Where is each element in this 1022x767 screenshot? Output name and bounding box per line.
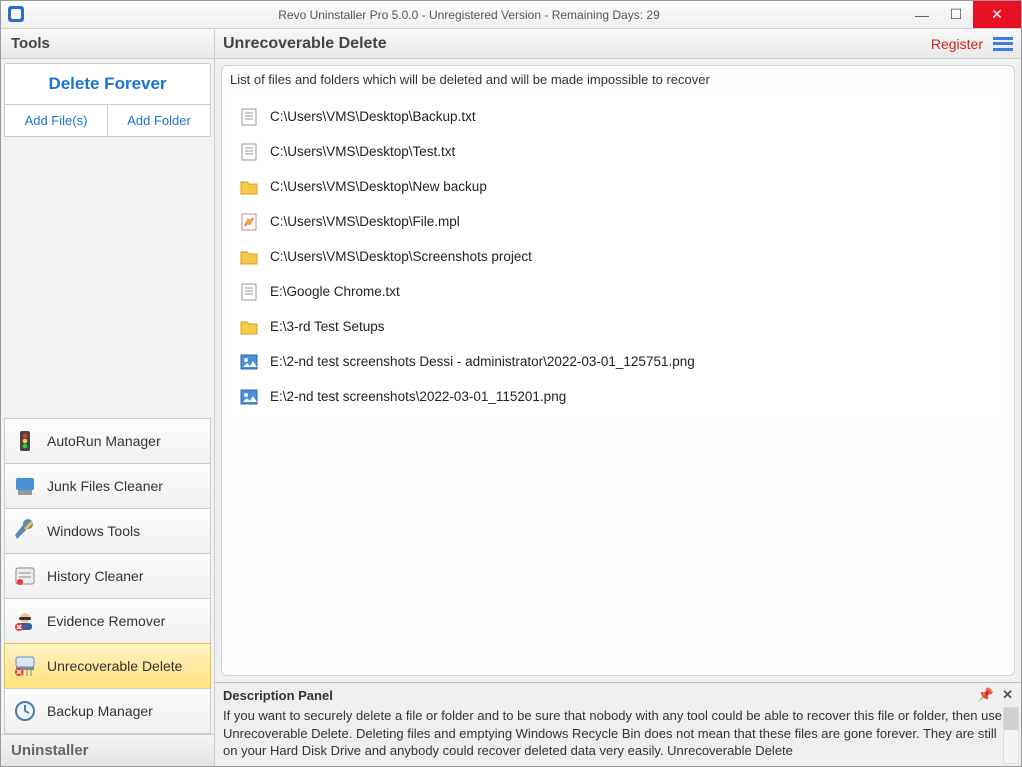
title-bar: Revo Uninstaller Pro 5.0.0 - Unregistere… (1, 1, 1021, 29)
file-row[interactable]: C:\Users\VMS\Desktop\Screenshots project (234, 239, 1002, 274)
file-list-area: List of files and folders which will be … (221, 65, 1015, 676)
register-link[interactable]: Register (931, 36, 983, 52)
page-title: Unrecoverable Delete (223, 35, 931, 53)
list-caption: List of files and folders which will be … (230, 72, 1006, 87)
delete-forever-button[interactable]: Delete Forever (4, 63, 211, 105)
file-row[interactable]: E:\Google Chrome.txt (234, 274, 1002, 309)
uninstaller-section[interactable]: Uninstaller (1, 734, 214, 766)
sidebar-tool-junk-files-cleaner[interactable]: Junk Files Cleaner (4, 463, 211, 509)
file-path: C:\Users\VMS\Desktop\Backup.txt (270, 109, 476, 124)
file-txt-icon (238, 281, 260, 303)
shred-icon (11, 652, 39, 680)
tool-label: History Cleaner (47, 568, 143, 584)
file-path: E:\3-rd Test Setups (270, 319, 385, 334)
clock-icon (11, 697, 39, 725)
file-path: C:\Users\VMS\Desktop\New backup (270, 179, 487, 194)
history-icon (11, 562, 39, 590)
file-path: E:\Google Chrome.txt (270, 284, 400, 299)
tool-label: Backup Manager (47, 703, 153, 719)
tool-label: Unrecoverable Delete (47, 658, 182, 674)
file-folder-icon (238, 316, 260, 338)
file-png-icon (238, 386, 260, 408)
file-path: C:\Users\VMS\Desktop\File.mpl (270, 214, 460, 229)
app-icon (7, 5, 27, 25)
tool-label: Evidence Remover (47, 613, 165, 629)
broom-icon (11, 472, 39, 500)
file-mpl-icon (238, 211, 260, 233)
add-folder-button[interactable]: Add Folder (107, 105, 211, 137)
pin-icon[interactable]: 📌 (978, 687, 994, 703)
file-row[interactable]: E:\2-nd test screenshots Dessi - adminis… (234, 344, 1002, 379)
sidebar-tool-history-cleaner[interactable]: History Cleaner (4, 553, 211, 599)
description-body: If you want to securely delete a file or… (223, 707, 1013, 760)
file-path: C:\Users\VMS\Desktop\Screenshots project (270, 249, 532, 264)
file-row[interactable]: E:\3-rd Test Setups (234, 309, 1002, 344)
sidebar-tool-autorun-manager[interactable]: AutoRun Manager (4, 418, 211, 464)
file-row[interactable]: E:\2-nd test screenshots\2022-03-01_1152… (234, 379, 1002, 414)
traffic-light-icon (11, 427, 39, 455)
sidebar-tool-windows-tools[interactable]: Windows Tools (4, 508, 211, 554)
add-files-button[interactable]: Add File(s) (4, 105, 107, 137)
file-row[interactable]: C:\Users\VMS\Desktop\File.mpl (234, 204, 1002, 239)
file-row[interactable]: C:\Users\VMS\Desktop\New backup (234, 169, 1002, 204)
maximize-button[interactable]: ☐ (939, 1, 973, 28)
file-png-icon (238, 351, 260, 373)
sidebar-tool-evidence-remover[interactable]: Evidence Remover (4, 598, 211, 644)
file-folder-icon (238, 176, 260, 198)
sidebar-header: Tools (1, 29, 214, 59)
window-title: Revo Uninstaller Pro 5.0.0 - Unregistere… (33, 8, 905, 22)
spy-icon (11, 607, 39, 635)
scrollbar[interactable] (1003, 707, 1019, 764)
add-files-label: Add File(s) (25, 113, 88, 128)
tool-label: AutoRun Manager (47, 433, 161, 449)
file-row[interactable]: C:\Users\VMS\Desktop\Test.txt (234, 134, 1002, 169)
delete-forever-label: Delete Forever (48, 74, 166, 94)
file-row[interactable]: C:\Users\VMS\Desktop\Backup.txt (234, 99, 1002, 134)
file-path: C:\Users\VMS\Desktop\Test.txt (270, 144, 455, 159)
file-path: E:\2-nd test screenshots Dessi - adminis… (270, 354, 695, 369)
content-area: Unrecoverable Delete Register List of fi… (215, 29, 1021, 766)
minimize-button[interactable]: — (905, 1, 939, 28)
sidebar-tool-unrecoverable-delete[interactable]: Unrecoverable Delete (4, 643, 211, 689)
tool-label: Windows Tools (47, 523, 140, 539)
file-path: E:\2-nd test screenshots\2022-03-01_1152… (270, 389, 566, 404)
content-header: Unrecoverable Delete Register (215, 29, 1021, 59)
close-button[interactable]: ✕ (973, 1, 1021, 28)
close-panel-icon[interactable]: ✕ (1002, 687, 1013, 703)
hamburger-menu-icon[interactable] (993, 37, 1013, 51)
description-title: Description Panel (223, 688, 333, 703)
file-txt-icon (238, 106, 260, 128)
file-txt-icon (238, 141, 260, 163)
file-folder-icon (238, 246, 260, 268)
description-panel: Description Panel 📌 ✕ If you want to sec… (215, 682, 1021, 766)
sidebar-tool-backup-manager[interactable]: Backup Manager (4, 688, 211, 734)
sidebar: Tools Delete Forever Add File(s) Add Fol… (1, 29, 215, 766)
add-folder-label: Add Folder (127, 113, 191, 128)
tool-label: Junk Files Cleaner (47, 478, 163, 494)
wrench-icon (11, 517, 39, 545)
